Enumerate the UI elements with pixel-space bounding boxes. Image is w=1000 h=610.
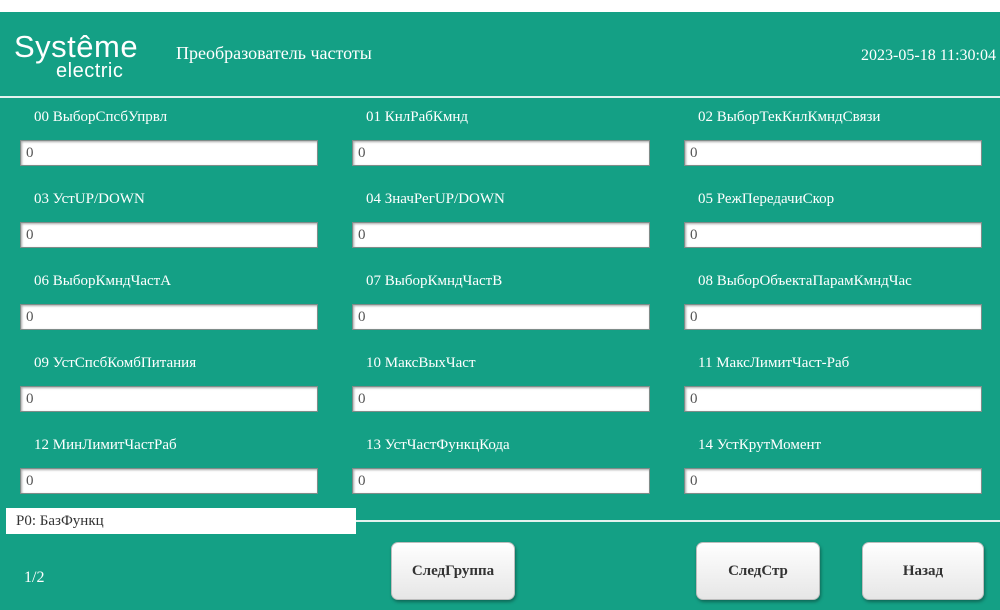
datetime-display: 2023-05-18 11:30:04 bbox=[861, 47, 996, 64]
param-value-field[interactable]: 0 bbox=[684, 222, 982, 248]
param-10: 10 МаксВыхЧаст 0 bbox=[352, 352, 650, 412]
param-label: 11 МаксЛимитЧаст-Раб bbox=[698, 355, 850, 371]
param-01: 01 КнлРабКмнд 0 bbox=[352, 106, 650, 166]
hmi-screen: Systême electric Преобразователь частоты… bbox=[0, 12, 1000, 610]
param-value-field[interactable]: 0 bbox=[352, 468, 650, 494]
header-divider bbox=[0, 96, 1000, 98]
param-14: 14 УстКрутМомент 0 bbox=[684, 434, 982, 494]
param-label: 04 ЗначРегUP/DOWN bbox=[366, 191, 505, 207]
page-title: Преобразователь частоты bbox=[176, 43, 372, 63]
param-label: 13 УстЧастФункцКода bbox=[366, 437, 510, 453]
param-value-field[interactable]: 0 bbox=[20, 468, 318, 494]
footer-divider bbox=[356, 520, 1000, 522]
parameter-group-tab: P0: БазФункц bbox=[6, 508, 356, 534]
param-label: 06 ВыборКмндЧастА bbox=[34, 273, 172, 289]
param-label: 03 УстUP/DOWN bbox=[34, 191, 145, 207]
param-label: 08 ВыборОбъектаПарамКмндЧас bbox=[698, 273, 912, 289]
param-value-field[interactable]: 0 bbox=[20, 222, 318, 248]
header: Systême electric Преобразователь частоты… bbox=[0, 12, 1000, 96]
param-value-field[interactable]: 0 bbox=[352, 222, 650, 248]
back-button[interactable]: Назад bbox=[862, 542, 984, 600]
page-indicator: 1/2 bbox=[24, 569, 45, 586]
param-value-field[interactable]: 0 bbox=[20, 386, 318, 412]
param-12: 12 МинЛимитЧастРаб 0 bbox=[20, 434, 318, 494]
param-00: 00 ВыборСпсбУпрвл 0 bbox=[20, 106, 318, 166]
param-02: 02 ВыборТекКнлКмндСвязи 0 bbox=[684, 106, 982, 166]
param-08: 08 ВыборОбъектаПарамКмндЧас 0 bbox=[684, 270, 982, 330]
logo-sub-text: electric bbox=[56, 60, 124, 82]
param-value-field[interactable]: 0 bbox=[352, 386, 650, 412]
param-label: 05 РежПередачиСкор bbox=[698, 191, 835, 207]
param-label: 07 ВыборКмндЧастВ bbox=[366, 273, 503, 289]
logo-main-text: Systême bbox=[14, 29, 139, 64]
param-value-field[interactable]: 0 bbox=[20, 304, 318, 330]
param-03: 03 УстUP/DOWN 0 bbox=[20, 188, 318, 248]
param-06: 06 ВыборКмндЧастА 0 bbox=[20, 270, 318, 330]
next-page-button[interactable]: СледСтр bbox=[696, 542, 820, 600]
param-label: 10 МаксВыхЧаст bbox=[366, 355, 476, 371]
next-group-button[interactable]: СледГруппа bbox=[391, 542, 515, 600]
param-09: 09 УстСпсбКомбПитания 0 bbox=[20, 352, 318, 412]
param-value-field[interactable]: 0 bbox=[20, 140, 318, 166]
param-label: 02 ВыборТекКнлКмндСвязи bbox=[698, 109, 881, 125]
param-value-field[interactable]: 0 bbox=[684, 304, 982, 330]
param-04: 04 ЗначРегUP/DOWN 0 bbox=[352, 188, 650, 248]
param-13: 13 УстЧастФункцКода 0 bbox=[352, 434, 650, 494]
param-11: 11 МаксЛимитЧаст-Раб 0 bbox=[684, 352, 982, 412]
param-label: 14 УстКрутМомент bbox=[698, 437, 822, 453]
brand-logo: Systême electric bbox=[14, 30, 164, 86]
param-value-field[interactable]: 0 bbox=[352, 304, 650, 330]
param-label: 00 ВыборСпсбУпрвл bbox=[34, 109, 168, 125]
param-value-field[interactable]: 0 bbox=[684, 386, 982, 412]
param-label: 09 УстСпсбКомбПитания bbox=[34, 355, 197, 371]
param-label: 01 КнлРабКмнд bbox=[366, 109, 469, 125]
param-07: 07 ВыборКмндЧастВ 0 bbox=[352, 270, 650, 330]
param-value-field[interactable]: 0 bbox=[684, 140, 982, 166]
param-value-field[interactable]: 0 bbox=[684, 468, 982, 494]
param-label: 12 МинЛимитЧастРаб bbox=[34, 437, 177, 453]
param-05: 05 РежПередачиСкор 0 bbox=[684, 188, 982, 248]
param-value-field[interactable]: 0 bbox=[352, 140, 650, 166]
